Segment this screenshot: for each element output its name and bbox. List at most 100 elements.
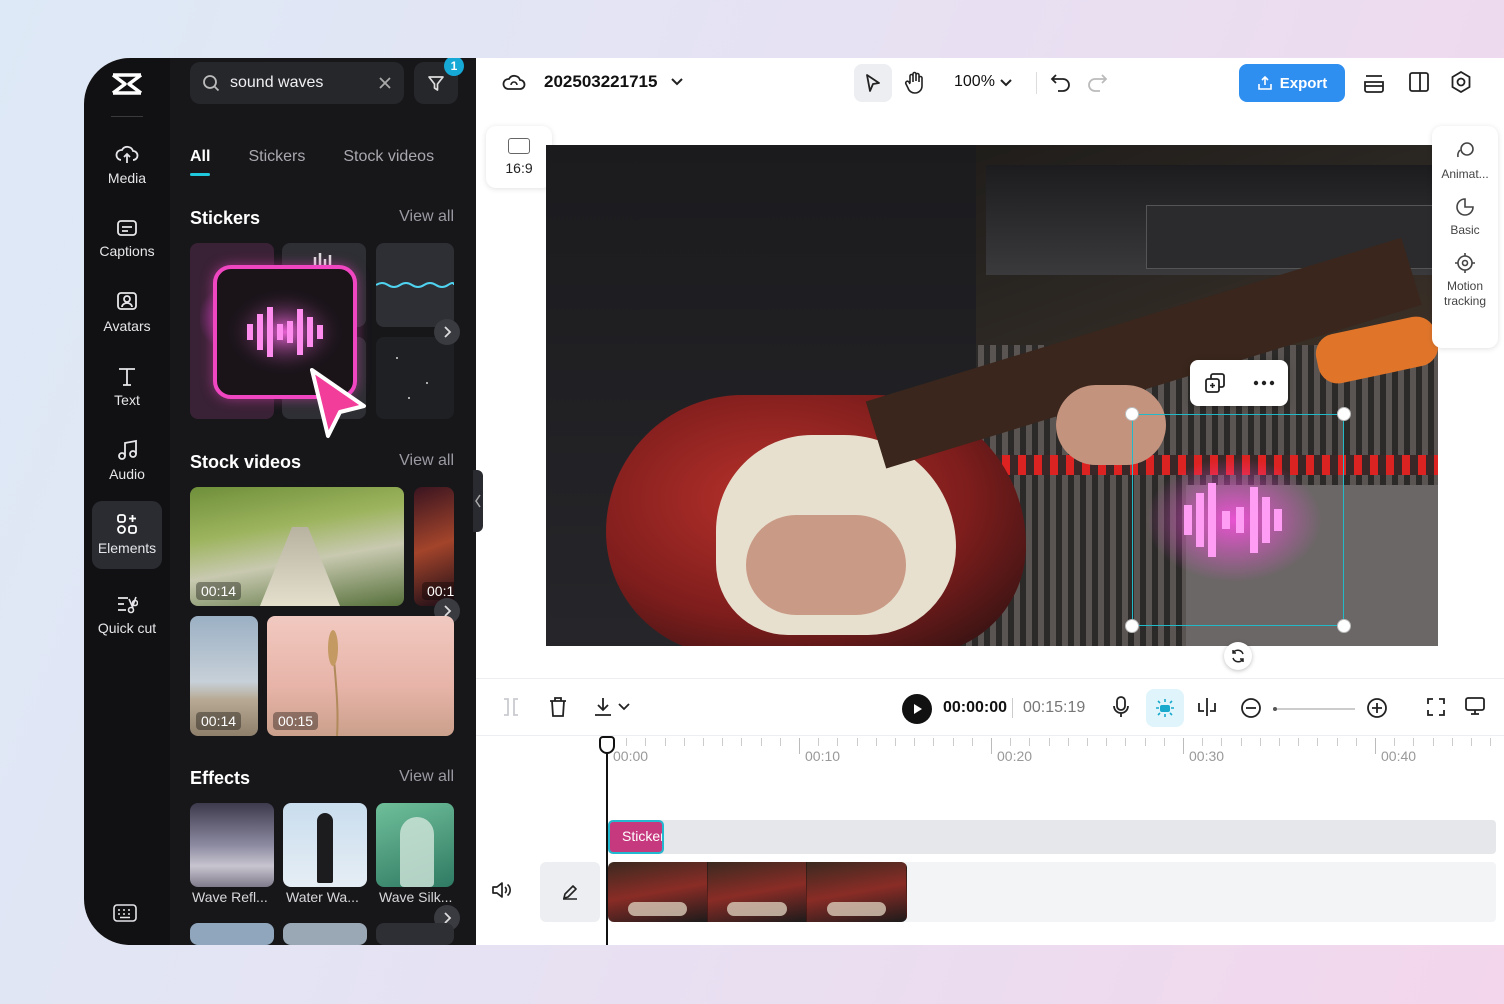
split-icon[interactable]	[502, 696, 520, 718]
effect-thumb[interactable]	[190, 923, 274, 945]
settings-icon[interactable]	[1450, 71, 1472, 93]
view-all-link[interactable]: View all	[399, 452, 454, 473]
ruler-tick	[1048, 738, 1050, 746]
chevron-down-icon[interactable]	[618, 703, 630, 711]
stock-video-thumb[interactable]: 00:14	[190, 616, 258, 736]
rail-item-elements[interactable]: Elements	[92, 501, 162, 569]
capcut-logo[interactable]	[107, 68, 147, 100]
effect-thumb[interactable]	[283, 803, 367, 887]
duplicate-icon[interactable]	[1204, 372, 1226, 394]
effect-thumb[interactable]	[190, 803, 274, 887]
mouse-cursor-icon	[310, 368, 366, 438]
panel-collapse-handle[interactable]	[473, 470, 483, 532]
fullscreen-icon[interactable]	[1426, 697, 1446, 717]
resize-handle[interactable]	[1125, 619, 1139, 633]
stock-video-thumb[interactable]: 00:14	[190, 487, 404, 606]
play-button[interactable]	[902, 694, 932, 724]
ruler-tick	[1067, 738, 1069, 746]
stock-video-thumb[interactable]: 00:15	[267, 616, 454, 736]
rail-item-quick-cut[interactable]: Quick cut	[92, 575, 162, 655]
rail-item-media[interactable]: Media	[92, 131, 162, 199]
ruler-tick	[1413, 738, 1415, 746]
search-box[interactable]: sound waves	[190, 62, 404, 104]
keyboard-shortcuts-icon[interactable]	[113, 904, 137, 927]
target-icon	[1455, 253, 1475, 273]
undo-icon[interactable]	[1050, 72, 1072, 92]
view-all-link[interactable]: View all	[399, 208, 454, 229]
resize-handle[interactable]	[1337, 407, 1351, 421]
clear-icon[interactable]	[378, 76, 392, 90]
rail-item-audio[interactable]: Audio	[92, 427, 162, 495]
sticker-thumb[interactable]	[376, 243, 454, 327]
resize-handle[interactable]	[1125, 407, 1139, 421]
layout-panel-icon[interactable]	[1408, 71, 1430, 93]
more-options-icon[interactable]	[1253, 380, 1275, 386]
chevron-down-icon[interactable]	[671, 77, 683, 87]
play-icon	[914, 704, 922, 714]
tab-stock-videos[interactable]: Stock videos	[343, 148, 434, 166]
rail-item-captions[interactable]: Captions	[92, 205, 162, 273]
video-clip[interactable]	[608, 862, 907, 922]
animation-tab[interactable]: Animat...	[1441, 140, 1489, 182]
asset-tabs: All Stickers Stock videos	[190, 148, 434, 176]
playhead[interactable]	[606, 736, 608, 945]
motion-tracking-tab[interactable]: Motion tracking	[1437, 252, 1493, 309]
redo-icon[interactable]	[1086, 72, 1108, 92]
delete-icon[interactable]	[548, 696, 568, 718]
snap-toggle[interactable]	[1146, 689, 1184, 727]
aspect-ratio-button[interactable]: 16:9	[486, 126, 552, 188]
rail-item-avatars[interactable]: Avatars	[92, 279, 162, 347]
preview-screen-icon[interactable]	[1464, 695, 1486, 717]
playhead-handle[interactable]	[599, 736, 615, 754]
project-name[interactable]: 202503221715	[544, 72, 657, 92]
cloud-sync-icon[interactable]	[502, 71, 526, 93]
stock-video-thumb[interactable]: 00:13	[414, 487, 454, 606]
ruler-tick	[1029, 738, 1031, 746]
export-button[interactable]: Export	[1239, 64, 1345, 102]
upload-icon	[1257, 75, 1272, 90]
effect-thumb[interactable]	[376, 923, 454, 945]
filter-button[interactable]: 1	[414, 58, 464, 104]
sticker-selection-box[interactable]	[1132, 414, 1344, 626]
music-note-icon	[118, 439, 137, 460]
sticker-clip[interactable]: Sticker	[608, 820, 664, 854]
resize-handle[interactable]	[1337, 619, 1351, 633]
stickers-header: Stickers View all	[190, 208, 454, 229]
view-all-link[interactable]: View all	[399, 768, 454, 789]
zoom-level[interactable]: 100%	[954, 73, 995, 91]
elements-icon	[117, 514, 137, 534]
download-icon[interactable]	[592, 696, 614, 718]
rotate-handle[interactable]	[1224, 642, 1252, 670]
magnet-snap-icon	[1156, 699, 1174, 717]
strumming-hand	[746, 515, 906, 615]
clip-frame	[608, 862, 708, 922]
search-input[interactable]: sound waves	[230, 74, 378, 92]
ruler-tick	[1163, 738, 1165, 746]
chevron-left-icon	[475, 494, 481, 508]
effect-label: Wave Silk...	[379, 889, 453, 905]
hand-tool-icon[interactable]	[904, 71, 926, 95]
ruler-tick	[1183, 738, 1184, 754]
ruler-tick	[664, 738, 666, 746]
effect-thumb[interactable]	[283, 923, 367, 945]
animation-label: Animat...	[1441, 167, 1489, 181]
microphone-icon[interactable]	[1112, 695, 1130, 719]
effect-thumb[interactable]	[376, 803, 454, 887]
ruler-tick	[1240, 738, 1242, 746]
basic-tab[interactable]: Basic	[1450, 196, 1480, 238]
tab-stickers[interactable]: Stickers	[248, 148, 305, 166]
edit-cover-button[interactable]	[540, 862, 600, 922]
text-icon	[119, 368, 135, 386]
split-clip-icon[interactable]	[1196, 696, 1218, 718]
chevron-down-icon[interactable]	[1000, 78, 1012, 88]
zoom-in-icon[interactable]	[1366, 697, 1388, 719]
volume-icon[interactable]	[490, 880, 512, 900]
select-tool-button[interactable]	[854, 64, 892, 102]
timeline-zoom-slider[interactable]	[1273, 707, 1355, 711]
rail-item-text[interactable]: Text	[92, 353, 162, 421]
zoom-out-icon[interactable]	[1240, 697, 1262, 719]
layers-icon[interactable]	[1362, 71, 1386, 95]
tab-all[interactable]: All	[190, 148, 211, 176]
next-arrow-button[interactable]	[434, 319, 460, 345]
sticker-thumb[interactable]	[376, 337, 454, 419]
